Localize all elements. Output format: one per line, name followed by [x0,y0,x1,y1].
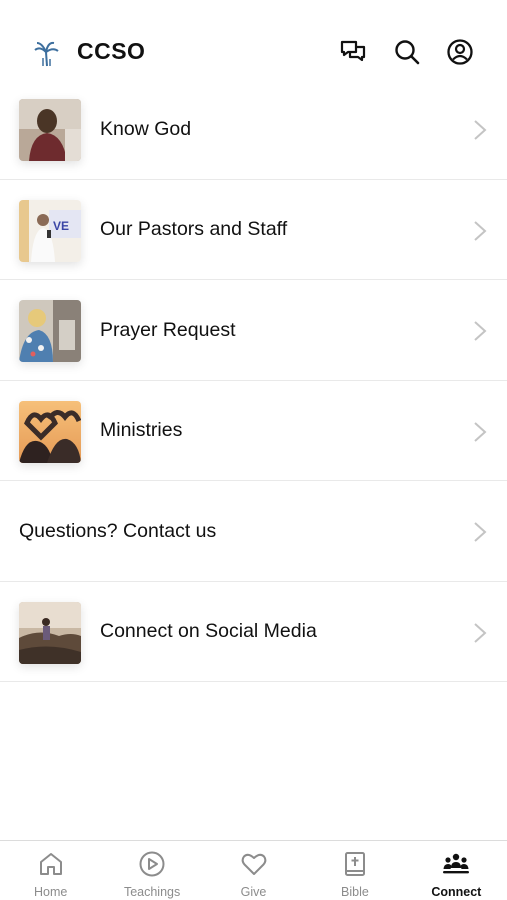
chevron-right-icon [473,521,487,543]
list-item-ministries[interactable]: Ministries [0,381,507,481]
tab-connect[interactable]: Connect [406,841,507,900]
tab-label: Bible [341,885,369,899]
list-item-label: Know God [100,117,192,140]
people-group-icon [442,850,470,878]
list-item-label: Connect on Social Media [100,620,317,642]
tab-label: Home [34,885,68,899]
search-button[interactable] [391,36,423,68]
list-item-social-media[interactable]: Connect on Social Media [0,582,507,682]
connect-list: Know God VE Our Pastors and Staff Prayer… [0,79,507,682]
list-item-know-god[interactable]: Know God [0,79,507,180]
praying-together-photo [19,300,81,362]
profile-button[interactable] [444,36,476,68]
user-circle-icon [447,39,473,65]
chat-bubbles-icon [340,40,366,62]
person-on-hill-photo [19,601,81,664]
list-item-label: Prayer Request [100,318,236,341]
chevron-right-icon [473,421,487,443]
heart-hands-sunset-photo [19,400,81,463]
list-item-prayer-request[interactable]: Prayer Request [0,280,507,381]
list-item-label: Ministries [100,419,183,441]
heart-icon [240,850,268,878]
list-item-label: Questions? Contact us [19,519,217,542]
tab-label: Connect [431,885,482,899]
bible-icon [341,850,369,878]
list-item-pastors-staff[interactable]: VE Our Pastors and Staff [0,180,507,280]
svg-text:VE: VE [53,219,69,233]
messages-button[interactable] [337,36,369,68]
list-item-contact-us[interactable]: Questions? Contact us [0,481,507,582]
tab-label: Teachings [123,885,181,899]
chevron-right-icon [473,622,487,644]
tab-home[interactable]: Home [0,841,101,900]
chevron-right-icon [473,220,487,242]
palm-tree-logo-icon [32,38,62,68]
person-praying-photo [19,99,81,161]
tab-teachings[interactable]: Teachings [101,841,202,900]
chevron-right-icon [473,320,487,342]
connect-screen: CCSO Know God VE Our Pastors and Staff P… [0,0,507,900]
pastor-preaching-photo: VE [19,199,81,262]
bottom-tab-bar: Home Teachings Give Bible Connect [0,840,507,900]
list-item-label: Our Pastors and Staff [100,218,288,240]
home-icon [37,850,65,878]
chevron-right-icon [473,119,487,141]
search-icon [395,40,420,65]
tab-bible[interactable]: Bible [304,841,405,900]
tab-label: Give [240,885,267,899]
play-circle-icon [138,850,166,878]
app-title: CCSO [77,38,146,64]
tab-give[interactable]: Give [203,841,304,900]
